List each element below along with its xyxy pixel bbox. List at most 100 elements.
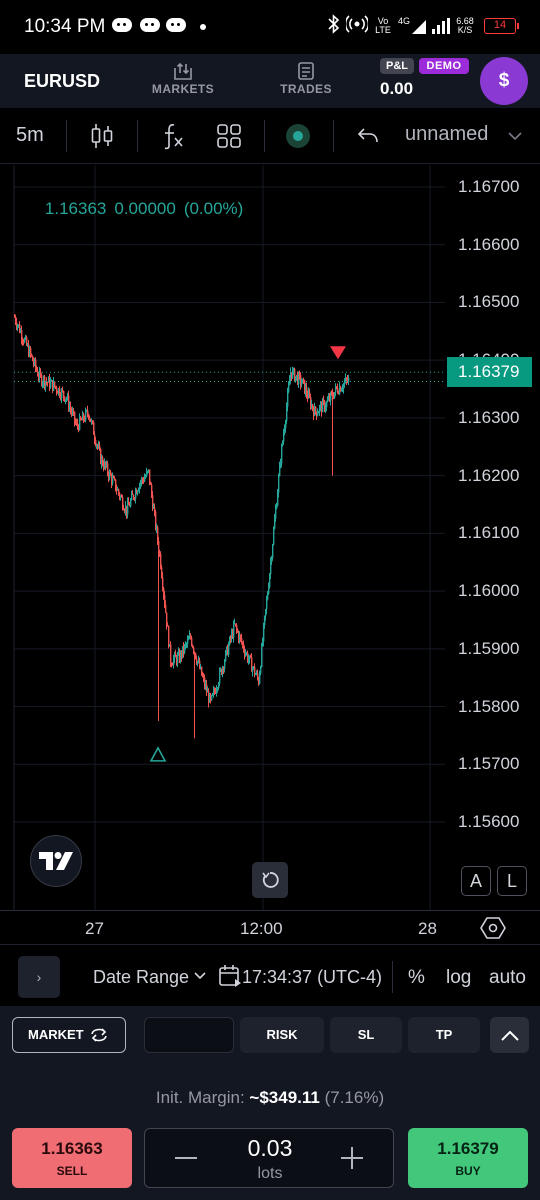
candle-body bbox=[170, 644, 172, 664]
candle-body bbox=[63, 391, 65, 397]
price-label: 1.16000 bbox=[458, 581, 520, 601]
reset-chart-button[interactable] bbox=[252, 862, 288, 898]
candle-body bbox=[224, 661, 226, 670]
buy-label: BUY bbox=[455, 1164, 481, 1178]
hotspot-icon bbox=[344, 14, 370, 37]
stop-loss-tab[interactable]: SL bbox=[330, 1017, 402, 1053]
alert-dot-icon bbox=[286, 124, 310, 148]
pl-value: 0.00 bbox=[380, 79, 414, 98]
network-type-label: 4G bbox=[397, 16, 410, 26]
interval-selector[interactable]: 5m bbox=[16, 124, 44, 147]
tab-trades[interactable]: TRADES bbox=[261, 62, 351, 96]
time-label: 27 bbox=[85, 919, 104, 938]
sell-button[interactable]: 1.16363 SELL bbox=[12, 1128, 132, 1188]
indicators-button[interactable] bbox=[155, 118, 191, 154]
ohlc-change-pct: (0.00%) bbox=[183, 199, 244, 218]
indicators-icon bbox=[164, 124, 183, 150]
toolbar-divider bbox=[333, 120, 334, 152]
log-scale-toggle[interactable]: log bbox=[446, 967, 471, 989]
panel-toggle-button[interactable] bbox=[490, 1017, 529, 1053]
top-nav: EURUSD MARKETS TRADES P&L DEMO 0.00 $ bbox=[0, 54, 540, 108]
calendar-icon[interactable] bbox=[218, 964, 242, 988]
undo-button[interactable] bbox=[350, 118, 386, 154]
candle-body bbox=[317, 413, 319, 416]
candle-body bbox=[273, 529, 275, 545]
initial-margin: Init. Margin: ~$349.11 (7.16%) bbox=[0, 1088, 540, 1108]
tab-markets[interactable]: MARKETS bbox=[138, 62, 228, 96]
percent-scale-toggle[interactable]: % bbox=[408, 967, 425, 989]
bar-divider bbox=[392, 961, 393, 993]
candle-body bbox=[261, 645, 263, 667]
lot-size-stepper[interactable]: 0.03 lots bbox=[144, 1128, 394, 1188]
chart-area[interactable]: 1.16363 0.00000 (0.00%) 1.16700 1.16600 1.16… bbox=[0, 165, 540, 910]
buy-marker-icon bbox=[149, 746, 167, 762]
buy-button[interactable]: 1.16379 BUY bbox=[408, 1128, 528, 1188]
sell-price: 1.16363 bbox=[41, 1139, 103, 1158]
symbol-selector[interactable]: EURUSD bbox=[24, 71, 100, 92]
time-axis[interactable]: 27 12:00 28 bbox=[0, 910, 540, 944]
candle-body bbox=[260, 666, 262, 674]
take-profit-tab[interactable]: TP bbox=[408, 1017, 480, 1053]
margin-percent: (7.16%) bbox=[324, 1088, 385, 1107]
settings-icon[interactable] bbox=[480, 916, 506, 940]
margin-value: ~$349.11 bbox=[249, 1088, 320, 1107]
plus-icon[interactable] bbox=[341, 1147, 363, 1169]
pl-badge: P&L bbox=[380, 58, 414, 74]
price-label: 1.15700 bbox=[458, 754, 520, 774]
tab-markets-label: MARKETS bbox=[151, 82, 215, 96]
tradingview-logo-icon bbox=[39, 852, 73, 870]
tab-trades-label: TRADES bbox=[280, 82, 332, 96]
candle-body bbox=[168, 626, 170, 647]
price-label: 1.16200 bbox=[458, 465, 520, 485]
price-label: 1.15800 bbox=[458, 696, 520, 716]
account-button[interactable]: $ bbox=[480, 57, 528, 105]
order-type-selector[interactable]: MARKET bbox=[12, 1017, 126, 1053]
price-label: 1.15600 bbox=[458, 812, 520, 831]
candle-body bbox=[288, 385, 290, 393]
auto-scale-button[interactable]: A bbox=[461, 866, 491, 896]
candle-body bbox=[219, 670, 221, 684]
alert-button[interactable] bbox=[280, 118, 316, 154]
chevron-down-icon[interactable] bbox=[508, 132, 522, 141]
candle-body bbox=[54, 381, 56, 387]
network-speed: 6.68 K/S bbox=[456, 16, 474, 35]
timezone-clock[interactable]: 17:34:37 (UTC-4) bbox=[242, 967, 382, 988]
candle-body bbox=[233, 623, 235, 638]
expand-button[interactable]: › bbox=[18, 956, 60, 998]
date-range-selector[interactable]: Date Range bbox=[93, 967, 189, 988]
candle-body bbox=[193, 647, 195, 652]
margin-label: Init. Margin: bbox=[155, 1088, 245, 1107]
order-input-field[interactable] bbox=[144, 1017, 234, 1053]
price-label: 1.16300 bbox=[458, 407, 520, 427]
candle-body bbox=[30, 348, 32, 355]
game-controller-icon bbox=[166, 18, 186, 32]
candle-body bbox=[89, 417, 91, 420]
tradingview-logo[interactable] bbox=[30, 835, 82, 887]
candle-body bbox=[191, 637, 193, 646]
risk-tab[interactable]: RISK bbox=[240, 1017, 324, 1053]
status-time: 10:34 PM bbox=[24, 16, 106, 37]
trades-icon bbox=[298, 62, 314, 80]
buy-price: 1.16379 bbox=[437, 1139, 499, 1158]
auto-scale-toggle[interactable]: auto bbox=[489, 967, 526, 989]
candle-body bbox=[211, 695, 213, 701]
chart-type-button[interactable] bbox=[84, 118, 120, 154]
volte-label: Vo LTE bbox=[375, 16, 391, 35]
price-label: 1.15900 bbox=[458, 638, 520, 658]
templates-button[interactable] bbox=[211, 118, 247, 154]
toolbar-divider bbox=[137, 120, 138, 152]
signal-small-icon bbox=[412, 18, 426, 37]
candle-body bbox=[50, 381, 52, 388]
candles-icon bbox=[91, 124, 113, 148]
chevron-down-icon[interactable] bbox=[194, 972, 206, 980]
layout-selector[interactable]: unnamed bbox=[405, 123, 488, 146]
chevron-up-icon bbox=[500, 1030, 519, 1041]
log-scale-button[interactable]: L bbox=[497, 866, 527, 896]
candle-body bbox=[149, 469, 151, 483]
candle-body bbox=[165, 604, 167, 613]
ohlc-close: 1.16363 bbox=[44, 199, 107, 218]
demo-badge: DEMO bbox=[419, 58, 469, 74]
undo-icon bbox=[357, 128, 378, 143]
candle-body bbox=[326, 401, 328, 408]
ohlc-readout: 1.16363 0.00000 (0.00%) bbox=[26, 179, 251, 239]
